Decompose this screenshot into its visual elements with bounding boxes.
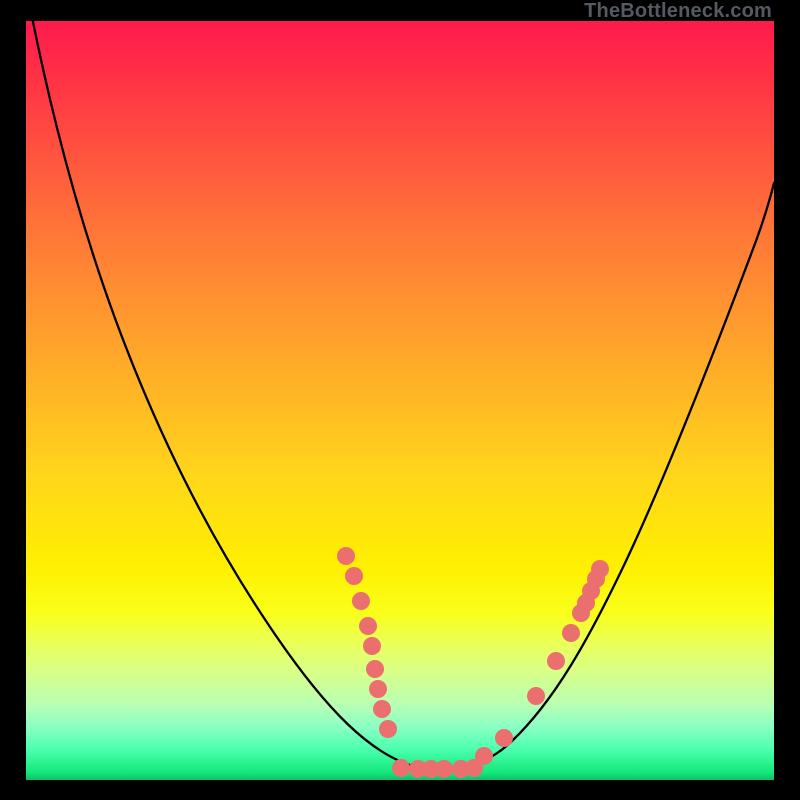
curve-marker: [495, 729, 513, 747]
curve-marker: [392, 759, 410, 777]
watermark: TheBottleneck.com: [26, 0, 774, 23]
curve-marker: [373, 700, 391, 718]
chart-svg: [26, 21, 774, 780]
bottleneck-curve: [32, 17, 774, 769]
curve-marker: [527, 687, 545, 705]
chart-area: [26, 21, 774, 780]
curve-marker: [547, 652, 565, 670]
curve-marker: [352, 592, 370, 610]
curve-marker: [345, 567, 363, 585]
curve-marker: [359, 617, 377, 635]
curve-marker: [591, 560, 609, 578]
curve-marker: [562, 624, 580, 642]
curve-marker: [337, 547, 355, 565]
curve-markers: [337, 547, 609, 778]
curve-marker: [363, 637, 381, 655]
curve-marker: [366, 660, 384, 678]
curve-marker: [379, 720, 397, 738]
curve-marker: [475, 747, 493, 765]
curve-marker: [369, 680, 387, 698]
curve-marker: [435, 760, 453, 778]
